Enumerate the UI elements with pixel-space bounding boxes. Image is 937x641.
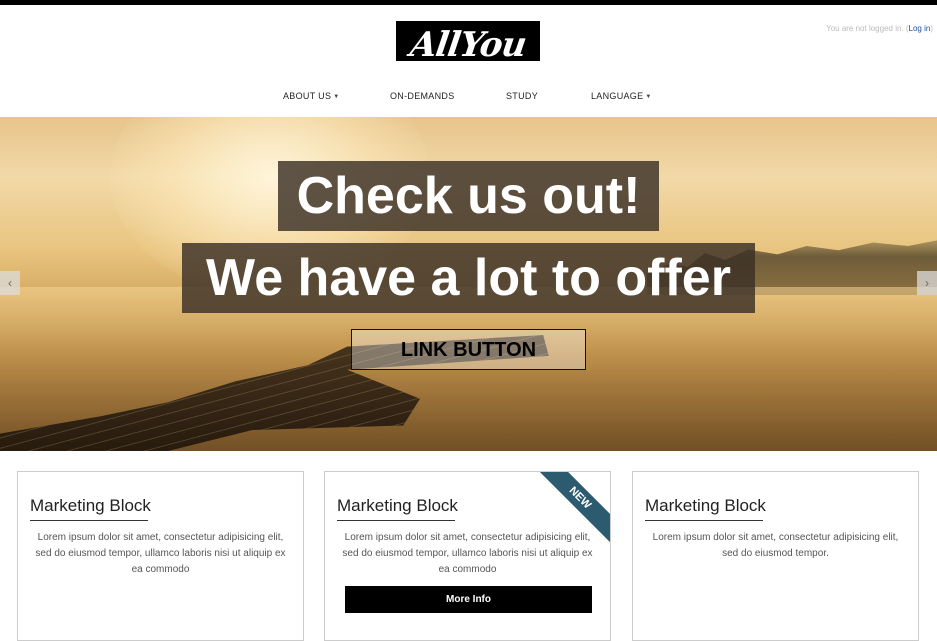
nav-item-label: ABOUT US	[283, 91, 332, 101]
login-status-text: You are not logged in. (	[826, 24, 909, 33]
block-text-line: Lorem ipsum dolor sit amet, consectetur …	[344, 532, 591, 543]
site-header: AllYou You are not logged in. (Log in) A…	[0, 5, 937, 117]
block-title-underline	[337, 520, 455, 521]
block-text-line: ea commodo	[438, 564, 497, 575]
block-title: Marketing Block	[645, 496, 766, 515]
hero-carousel: Check us out! We have a lot to offer LIN…	[0, 117, 937, 451]
block-title: Marketing Block	[30, 496, 151, 515]
caret-down-icon: ▼	[645, 94, 652, 100]
nav-item-label: STUDY	[506, 91, 539, 101]
block-text-line: sed do eiusmod tempor.	[722, 548, 829, 559]
login-link[interactable]: Log in	[909, 24, 931, 33]
nav-item-about-us[interactable]: ABOUT US ▼	[283, 91, 340, 101]
marketing-block-1: Marketing Block Lorem ipsum dolor sit am…	[17, 471, 304, 641]
block-title-underline	[645, 520, 763, 521]
hero-heading-1: Check us out!	[278, 161, 659, 231]
block-text-line: sed do eiusmod tempor, ullamco laboris n…	[35, 548, 286, 559]
caret-down-icon: ▼	[333, 94, 340, 100]
block-text-line: Lorem ipsum dolor sit amet, consectetur …	[652, 532, 899, 543]
block-text-line: Lorem ipsum dolor sit amet, consectetur …	[37, 532, 284, 543]
block-title-underline	[30, 520, 148, 521]
chevron-right-icon: ›	[925, 276, 929, 290]
nav-item-label: ON-DEMANDS	[390, 91, 455, 101]
nav-item-study[interactable]: STUDY	[506, 91, 538, 101]
nav-item-language[interactable]: LANGUAGE ▼	[591, 91, 652, 101]
site-logo[interactable]: AllYou	[396, 21, 540, 61]
hero-link-button[interactable]: LINK BUTTON	[351, 329, 586, 370]
marketing-block-3: Marketing Block Lorem ipsum dolor sit am…	[632, 471, 919, 641]
marketing-block-2: NEW Marketing Block Lorem ipsum dolor si…	[324, 471, 611, 641]
block-text: Lorem ipsum dolor sit amet, consectetur …	[28, 530, 293, 578]
carousel-next-button[interactable]: ›	[917, 271, 937, 295]
login-status: You are not logged in. (Log in)	[826, 24, 933, 33]
nav-item-label: LANGUAGE	[591, 91, 644, 101]
nav-item-on-demands[interactable]: ON-DEMANDS	[390, 91, 455, 101]
hero-heading-2: We have a lot to offer	[182, 243, 755, 313]
block-text-line: sed do eiusmod tempor, ullamco laboris n…	[342, 548, 593, 559]
block-text: Lorem ipsum dolor sit amet, consectetur …	[643, 530, 908, 562]
carousel-prev-button[interactable]: ‹	[0, 271, 20, 295]
main-nav: ABOUT US ▼ ON-DEMANDS STUDY LANGUAGE ▼	[0, 91, 937, 105]
logo-text: AllYou	[407, 25, 529, 61]
block-title: Marketing Block	[337, 496, 458, 515]
more-info-button[interactable]: More Info	[345, 586, 592, 613]
block-text: Lorem ipsum dolor sit amet, consectetur …	[335, 530, 600, 578]
block-text-line: ea commodo	[131, 564, 190, 575]
chevron-left-icon: ‹	[8, 276, 12, 290]
